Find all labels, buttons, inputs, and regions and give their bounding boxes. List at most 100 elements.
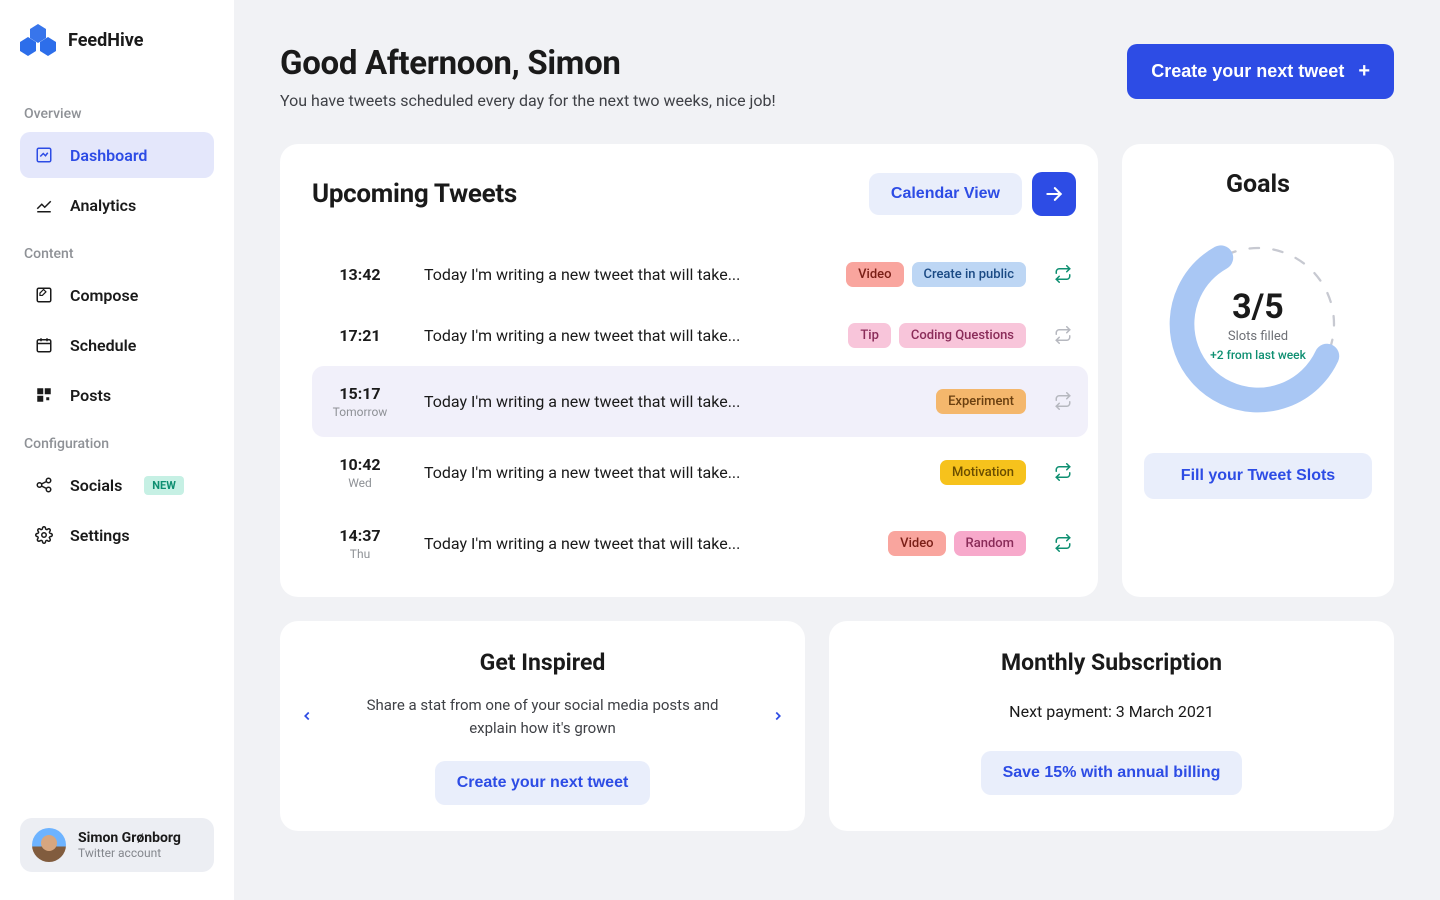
time-column: 17:21 — [312, 326, 408, 345]
user-sub: Twitter account — [78, 846, 181, 860]
time-sub: Wed — [312, 476, 408, 490]
inspire-next-button[interactable] — [771, 709, 785, 726]
goals-card: Goals 3/5 Slots filled +2 from last week… — [1122, 144, 1394, 597]
time-value: 14:37 — [312, 526, 408, 545]
tag-group: Tip Coding Questions — [848, 323, 1026, 348]
sidebar-item-label: Settings — [70, 526, 130, 545]
header: Good Afternoon, Simon You have tweets sc… — [280, 44, 1394, 110]
goals-value: 3/5 — [1232, 287, 1284, 327]
schedule-icon — [34, 335, 54, 355]
sidebar-item-label: Dashboard — [70, 146, 147, 165]
sidebar-item-socials[interactable]: Socials NEW — [20, 462, 214, 508]
time-value: 10:42 — [312, 455, 408, 474]
new-badge: NEW — [144, 476, 184, 495]
time-column: 10:42 Wed — [312, 455, 408, 490]
sidebar-item-posts[interactable]: Posts — [20, 372, 214, 418]
calendar-view-button[interactable]: Calendar View — [869, 173, 1022, 215]
plus-icon: + — [1358, 60, 1370, 83]
annual-billing-button[interactable]: Save 15% with annual billing — [981, 751, 1243, 795]
inspire-prev-button[interactable] — [300, 709, 314, 726]
dashboard-icon — [34, 145, 54, 165]
section-content: Content — [24, 246, 210, 262]
tweet-row[interactable]: 14:37 ThuToday I'm writing a new tweet th… — [312, 508, 1088, 579]
create-tweet-button[interactable]: Create your next tweet + — [1127, 44, 1394, 99]
retweet-icon[interactable] — [1054, 463, 1074, 483]
logo[interactable]: FeedHive — [20, 24, 214, 56]
tag[interactable]: Video — [888, 531, 945, 556]
tag-group: Experiment — [936, 389, 1026, 414]
tag-group: Video Create in public — [846, 262, 1026, 287]
tag[interactable]: Video — [846, 262, 903, 287]
tweet-row[interactable]: 15:17 TomorrowToday I'm writing a new twe… — [312, 366, 1088, 437]
main: Good Afternoon, Simon You have tweets sc… — [234, 0, 1440, 900]
sidebar-item-label: Schedule — [70, 336, 136, 355]
inspire-create-button[interactable]: Create your next tweet — [435, 761, 651, 805]
sidebar: FeedHive Overview Dashboard Analytics Co… — [0, 0, 234, 900]
tag-group: Video Random — [888, 531, 1026, 556]
retweet-icon[interactable] — [1054, 326, 1074, 346]
greeting-sub: You have tweets scheduled every day for … — [280, 91, 776, 110]
tweet-text: Today I'm writing a new tweet that will … — [408, 326, 848, 345]
time-sub: Thu — [312, 547, 408, 561]
time-value: 15:17 — [312, 384, 408, 403]
upcoming-title: Upcoming Tweets — [312, 179, 517, 209]
subscription-title: Monthly Subscription — [851, 649, 1372, 676]
tag[interactable]: Random — [954, 531, 1026, 556]
tweet-row[interactable]: 10:42 WedToday I'm writing a new tweet th… — [312, 437, 1088, 508]
sidebar-item-label: Compose — [70, 286, 138, 305]
time-column: 14:37 Thu — [312, 526, 408, 561]
user-name: Simon Grønborg — [78, 830, 181, 846]
socials-icon — [34, 475, 54, 495]
sidebar-item-analytics[interactable]: Analytics — [20, 182, 214, 228]
greeting: Good Afternoon, Simon — [280, 44, 776, 83]
goals-delta: +2 from last week — [1210, 348, 1306, 362]
logo-icon — [20, 24, 56, 56]
retweet-icon[interactable] — [1054, 265, 1074, 285]
upcoming-tweets-card: Upcoming Tweets Calendar View 13:42Today… — [280, 144, 1098, 597]
goals-donut: 3/5 Slots filled +2 from last week — [1163, 229, 1353, 419]
user-card[interactable]: Simon Grønborg Twitter account — [20, 818, 214, 872]
subscription-text: Next payment: 3 March 2021 — [851, 702, 1372, 721]
sidebar-item-label: Analytics — [70, 196, 136, 215]
retweet-icon[interactable] — [1054, 392, 1074, 412]
tweet-list: 13:42Today I'm writing a new tweet that … — [312, 244, 1088, 579]
goals-sub: Slots filled — [1228, 329, 1288, 344]
posts-icon — [34, 385, 54, 405]
tweet-text: Today I'm writing a new tweet that will … — [408, 392, 936, 411]
time-value: 17:21 — [312, 326, 408, 345]
sidebar-item-settings[interactable]: Settings — [20, 512, 214, 558]
sidebar-item-compose[interactable]: Compose — [20, 272, 214, 318]
inspire-text: Share a stat from one of your social med… — [358, 694, 728, 739]
time-sub: Tomorrow — [312, 405, 408, 419]
logo-text: FeedHive — [68, 30, 143, 51]
tweet-text: Today I'm writing a new tweet that will … — [408, 534, 888, 553]
tag[interactable]: Tip — [848, 323, 891, 348]
arrow-right-icon — [1044, 184, 1064, 204]
sidebar-item-dashboard[interactable]: Dashboard — [20, 132, 214, 178]
tweet-text: Today I'm writing a new tweet that will … — [408, 463, 940, 482]
time-column: 15:17 Tomorrow — [312, 384, 408, 419]
section-overview: Overview — [24, 106, 210, 122]
avatar — [32, 828, 66, 862]
tag[interactable]: Experiment — [936, 389, 1026, 414]
inspire-title: Get Inspired — [302, 649, 783, 676]
time-value: 13:42 — [312, 265, 408, 284]
sidebar-item-label: Socials — [70, 476, 122, 495]
tweet-row[interactable]: 17:21Today I'm writing a new tweet that … — [312, 305, 1088, 366]
tag[interactable]: Motivation — [940, 460, 1026, 485]
section-configuration: Configuration — [24, 436, 210, 452]
retweet-icon[interactable] — [1054, 534, 1074, 554]
time-column: 13:42 — [312, 265, 408, 284]
inspire-card: Get Inspired Share a stat from one of yo… — [280, 621, 805, 831]
tag[interactable]: Create in public — [912, 262, 1027, 287]
analytics-icon — [34, 195, 54, 215]
goals-title: Goals — [1226, 170, 1290, 199]
chevron-left-icon — [300, 709, 314, 723]
fill-slots-button[interactable]: Fill your Tweet Slots — [1144, 453, 1372, 499]
next-arrow-button[interactable] — [1032, 172, 1076, 216]
tweet-text: Today I'm writing a new tweet that will … — [408, 265, 846, 284]
cta-label: Create your next tweet — [1151, 61, 1344, 82]
tweet-row[interactable]: 13:42Today I'm writing a new tweet that … — [312, 244, 1088, 305]
tag[interactable]: Coding Questions — [899, 323, 1026, 348]
sidebar-item-schedule[interactable]: Schedule — [20, 322, 214, 368]
